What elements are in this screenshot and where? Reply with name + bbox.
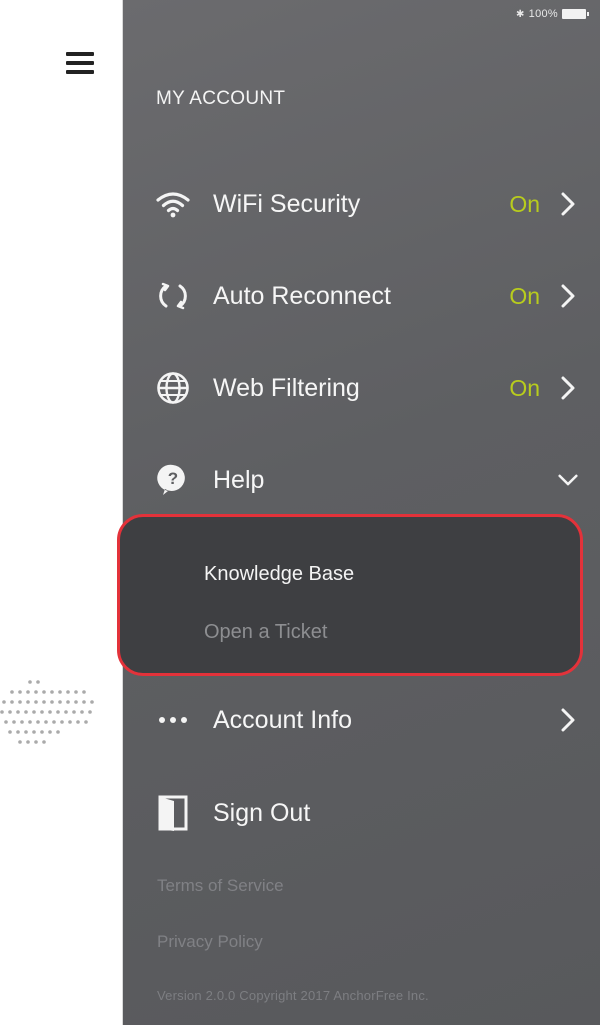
reconnect-icon: [151, 276, 195, 316]
chevron-right-icon: [558, 191, 578, 217]
wifi-icon: [151, 184, 195, 224]
dots-pattern-decoration: [0, 680, 94, 744]
menu-item-wifi-security[interactable]: WiFi Security On: [123, 174, 600, 234]
terms-of-service-link[interactable]: Terms of Service: [157, 876, 284, 896]
submenu-item-knowledge-base[interactable]: Knowledge Base: [204, 563, 354, 586]
submenu-item-open-ticket[interactable]: Open a Ticket: [204, 621, 327, 644]
bluetooth-icon: ✱: [515, 8, 525, 20]
menu-item-label: Help: [213, 465, 265, 494]
menu-item-account-info[interactable]: Account Info: [123, 690, 600, 750]
menu-item-help[interactable]: ? Help: [123, 450, 600, 510]
status-on-label: On: [509, 190, 540, 217]
status-bar: ✱ 100%: [515, 8, 589, 20]
menu-item-label: Account Info: [213, 705, 352, 734]
chevron-right-icon: [558, 283, 578, 309]
copyright-text: Version 2.0.0 Copyright 2017 AnchorFree …: [157, 988, 429, 1003]
door-icon: [151, 793, 195, 833]
menu-item-label: Web Filtering: [213, 373, 360, 402]
menu-item-label: Sign Out: [213, 798, 311, 827]
status-on-label: On: [509, 374, 540, 401]
menu-item-label: Auto Reconnect: [213, 281, 391, 310]
menu-item-sign-out[interactable]: Sign Out: [123, 783, 600, 843]
battery-icon: [562, 9, 589, 19]
chevron-right-icon: [558, 707, 578, 733]
more-dots-icon: [151, 700, 195, 740]
menu-item-auto-reconnect[interactable]: Auto Reconnect On: [123, 266, 600, 326]
menu-item-label: WiFi Security: [213, 189, 361, 218]
help-submenu: Knowledge Base Open a Ticket: [117, 514, 583, 676]
navigation-drawer: ✱ 100% MY ACCOUNT WiFi Security On Auto …: [117, 0, 600, 1025]
privacy-policy-link[interactable]: Privacy Policy: [157, 932, 263, 952]
svg-text:?: ?: [168, 469, 178, 488]
chevron-right-icon: [558, 375, 578, 401]
help-icon: ?: [151, 460, 195, 500]
status-on-label: On: [509, 282, 540, 309]
menu-item-web-filtering[interactable]: Web Filtering On: [123, 358, 600, 418]
section-title: MY ACCOUNT: [156, 88, 286, 109]
globe-icon: [151, 368, 195, 408]
battery-percent: 100%: [528, 8, 558, 20]
hamburger-menu-icon[interactable]: [66, 52, 94, 76]
chevron-down-icon: [558, 467, 578, 493]
left-pane: [0, 0, 123, 1025]
